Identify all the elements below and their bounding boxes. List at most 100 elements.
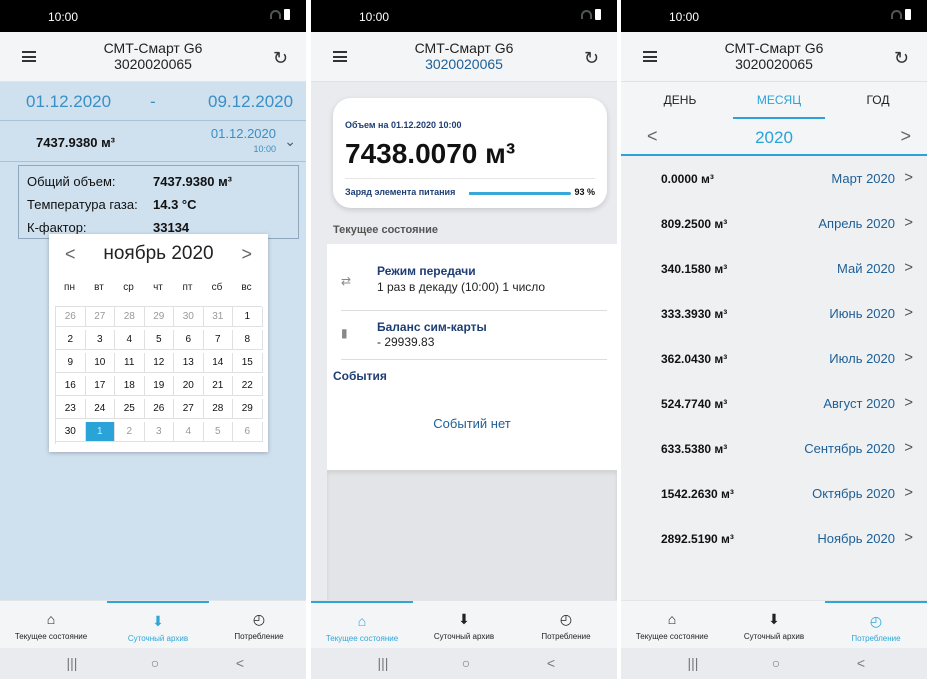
- home-button-icon[interactable]: ○: [446, 655, 486, 671]
- calendar-day[interactable]: 13: [174, 353, 204, 373]
- month-row[interactable]: 0.0000 м³ Март 2020 >: [621, 158, 927, 203]
- calendar-day[interactable]: 5: [203, 422, 233, 442]
- calendar-day[interactable]: 9: [56, 353, 86, 373]
- tab-year[interactable]: ГОД: [827, 93, 927, 107]
- nav-daily-archive[interactable]: ⬇ Суточный архив: [413, 601, 515, 649]
- refresh-icon[interactable]: ↻: [894, 49, 909, 67]
- calendar-day[interactable]: 24: [85, 399, 115, 419]
- month-row[interactable]: 362.0430 м³ Июль 2020 >: [621, 338, 927, 383]
- nav-daily-archive[interactable]: ⬇ Суточный архив: [107, 601, 209, 649]
- calendar-day[interactable]: 2: [115, 422, 145, 442]
- calendar-day[interactable]: 5: [144, 330, 174, 350]
- calendar-day[interactable]: 30: [174, 307, 204, 327]
- recent-apps-icon[interactable]: |||: [673, 655, 713, 671]
- calendar-day[interactable]: 3: [144, 422, 174, 442]
- month-row[interactable]: 340.1580 м³ Май 2020 >: [621, 248, 927, 293]
- calendar-day[interactable]: 12: [144, 353, 174, 373]
- calendar-day[interactable]: 6: [233, 422, 263, 442]
- calendar-day[interactable]: 28: [203, 399, 233, 419]
- calendar-day[interactable]: 10: [85, 353, 115, 373]
- calendar-day[interactable]: 20: [174, 376, 204, 396]
- home-button-icon[interactable]: ○: [756, 655, 796, 671]
- bottom-nav: ⌂ Текущее состояние ⬇ Суточный архив ◴ Потр…: [0, 600, 306, 648]
- calendar-day[interactable]: 3: [85, 330, 115, 350]
- calendar-day[interactable]: 15: [233, 353, 263, 373]
- refresh-icon[interactable]: ↻: [273, 49, 288, 67]
- volume-card: Объем на 01.12.2020 10:00 7438.0070 м³ З…: [333, 98, 607, 208]
- calendar-day[interactable]: 23: [56, 399, 86, 419]
- nav-consumption[interactable]: ◴ Потребление: [208, 601, 306, 649]
- calendar-day[interactable]: 21: [203, 376, 233, 396]
- calendar-day[interactable]: 4: [115, 330, 145, 350]
- month-row[interactable]: 524.7740 м³ Август 2020 >: [621, 383, 927, 428]
- calendar-day[interactable]: 19: [144, 376, 174, 396]
- entry-details: Общий объем: 7437.9380 м³ Температура га…: [18, 165, 299, 239]
- calendar-day[interactable]: 18: [115, 376, 145, 396]
- calendar-day[interactable]: 29: [233, 399, 263, 419]
- calendar-day[interactable]: 30: [56, 422, 86, 442]
- nav-label: Потребление: [851, 634, 901, 643]
- gas-temp-value: 14.3 °С: [153, 197, 197, 212]
- month-row[interactable]: 2892.5190 м³ Ноябрь 2020 >: [621, 518, 927, 563]
- recent-apps-icon[interactable]: |||: [363, 655, 403, 671]
- calendar-day[interactable]: 25: [115, 399, 145, 419]
- status-bar: 10:00: [621, 0, 927, 32]
- weekday-label: пт: [182, 282, 193, 293]
- chevron-down-icon[interactable]: ⌄: [284, 133, 296, 150]
- calendar-day[interactable]: 27: [85, 307, 115, 327]
- archive-entry-row[interactable]: 7437.9380 м³ 01.12.2020 10:00 ⌄: [0, 120, 306, 162]
- calendar-day[interactable]: 8: [233, 330, 263, 350]
- nav-consumption[interactable]: ◴ Потребление: [825, 601, 927, 649]
- nav-current-state[interactable]: ⌂ Текущее состояние: [0, 601, 102, 649]
- date-to[interactable]: 09.12.2020: [208, 92, 293, 112]
- device-serial: 3020020065: [735, 56, 813, 72]
- calendar-day[interactable]: 7: [203, 330, 233, 350]
- nav-current-state[interactable]: ⌂ Текущее состояние: [621, 601, 723, 649]
- nav-current-state[interactable]: ⌂ Текущее состояние: [311, 601, 413, 649]
- transfer-mode-item[interactable]: ⇄ Режим передачи 1 раз в декаду (10:00) …: [327, 256, 617, 308]
- calendar-day[interactable]: 11: [115, 353, 145, 373]
- month-volume: 524.7740 м³: [661, 397, 728, 411]
- calendar-day[interactable]: 4: [174, 422, 204, 442]
- device-serial: 3020020065: [114, 56, 192, 72]
- chevron-right-icon: >: [904, 394, 913, 411]
- battery-icon: [905, 9, 911, 20]
- date-from[interactable]: 01.12.2020: [26, 92, 111, 112]
- tab-day[interactable]: ДЕНЬ: [629, 93, 731, 107]
- nav-label: Суточный архив: [743, 632, 805, 641]
- back-icon[interactable]: <: [841, 655, 881, 671]
- chevron-right-icon[interactable]: >: [900, 126, 911, 147]
- month-row[interactable]: 633.5380 м³ Сентябрь 2020 >: [621, 428, 927, 473]
- calendar-day[interactable]: 14: [203, 353, 233, 373]
- calendar-day[interactable]: 17: [85, 376, 115, 396]
- back-icon[interactable]: <: [531, 655, 571, 671]
- calendar-day[interactable]: 6: [174, 330, 204, 350]
- calendar-day[interactable]: 26: [56, 307, 86, 327]
- calendar-day[interactable]: 1: [233, 307, 263, 327]
- calendar-day[interactable]: 29: [144, 307, 174, 327]
- nav-consumption[interactable]: ◴ Потребление: [515, 601, 617, 649]
- back-icon[interactable]: <: [220, 655, 260, 671]
- chevron-right-icon: >: [904, 214, 913, 231]
- calendar-day[interactable]: 22: [233, 376, 263, 396]
- calendar-day[interactable]: 27: [174, 399, 204, 419]
- chevron-right-icon[interactable]: >: [241, 244, 252, 265]
- recent-apps-icon[interactable]: |||: [52, 655, 92, 671]
- calendar-day[interactable]: 26: [144, 399, 174, 419]
- calendar-day[interactable]: 31: [203, 307, 233, 327]
- home-button-icon[interactable]: ○: [135, 655, 175, 671]
- k-factor-label: К-фактор:: [27, 220, 87, 235]
- status-time: 10:00: [669, 10, 700, 24]
- month-row[interactable]: 809.2500 м³ Апрель 2020 >: [621, 203, 927, 248]
- nav-daily-archive[interactable]: ⬇ Суточный архив: [723, 601, 825, 649]
- tab-month[interactable]: МЕСЯЦ: [728, 93, 830, 107]
- battery-label: Заряд элемента питания: [345, 187, 456, 197]
- screen-current-state: 10:00 СМТ-Смарт G6 3020020065 ↻ Объем на…: [311, 0, 617, 679]
- month-row[interactable]: 333.3930 м³ Июнь 2020 >: [621, 293, 927, 338]
- calendar-day-selected[interactable]: 1: [85, 422, 115, 442]
- refresh-icon[interactable]: ↻: [584, 49, 599, 67]
- calendar-day[interactable]: 2: [56, 330, 86, 350]
- month-row[interactable]: 1542.2630 м³ Октябрь 2020 >: [621, 473, 927, 518]
- calendar-day[interactable]: 16: [56, 376, 86, 396]
- calendar-day[interactable]: 28: [115, 307, 145, 327]
